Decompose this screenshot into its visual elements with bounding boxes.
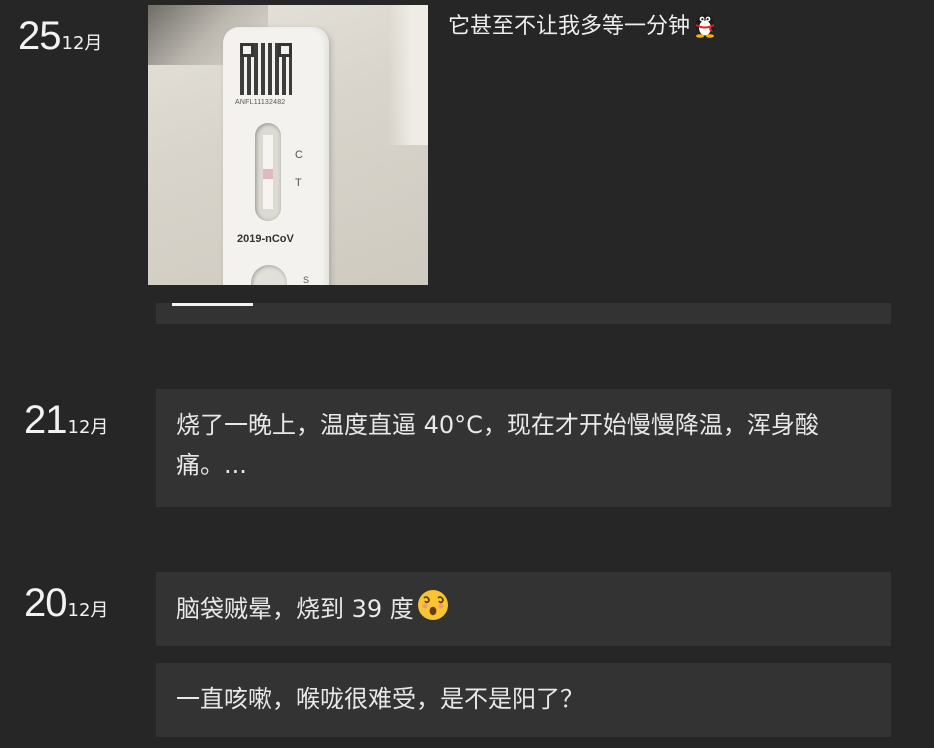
progress-indicator (172, 303, 253, 306)
sample-well (251, 265, 287, 285)
post-text-card[interactable]: 一直咳嗽，喉咙很难受，是不是阳了？ (156, 663, 891, 737)
date-dec-20: 20 12月 (24, 583, 108, 623)
date-day: 21 (24, 398, 67, 442)
result-window (255, 123, 281, 221)
post-text: 烧了一晚上，温度直逼 40°C，现在才开始慢慢降温，浑身酸痛。... (176, 411, 819, 479)
antigen-test-photo[interactable]: ANFL11132482 C T 2019-nCoV S (148, 5, 428, 285)
penguin-emoji-icon (692, 10, 718, 48)
caption-text: 它甚至不让我多等一分钟 (448, 14, 691, 39)
photo-tape (388, 5, 428, 145)
label-c: C (295, 149, 303, 161)
post-footer-card (156, 303, 891, 324)
test-cassette: ANFL11132482 C T 2019-nCoV S (223, 27, 329, 285)
qr-code-icon (240, 43, 292, 95)
post-text: 脑袋贼晕，烧到 39 度 (176, 595, 414, 623)
post-text-card[interactable]: 脑袋贼晕，烧到 39 度 (156, 572, 891, 646)
date-month: 12月 (67, 417, 109, 438)
post-text-card[interactable]: 烧了一晚上，温度直逼 40°C，现在才开始慢慢降温，浑身酸痛。... (156, 389, 891, 507)
date-month: 12月 (61, 33, 103, 54)
post-caption[interactable]: 它甚至不让我多等一分钟 (448, 10, 718, 48)
date-day: 25 (18, 14, 61, 58)
date-dec-25: 25 12月 (18, 16, 102, 56)
label-s: S (303, 275, 310, 285)
cassette-brand: 2019-nCoV (237, 233, 294, 245)
post-text: 一直咳嗽，喉咙很难受，是不是阳了？ (176, 685, 584, 713)
dizzy-face-emoji-icon (416, 588, 450, 634)
cassette-code: ANFL11132482 (235, 99, 286, 106)
control-line (263, 169, 273, 179)
date-month: 12月 (67, 600, 109, 621)
date-day: 20 (24, 581, 67, 625)
label-t: T (295, 177, 302, 189)
date-dec-21: 21 12月 (24, 400, 108, 440)
